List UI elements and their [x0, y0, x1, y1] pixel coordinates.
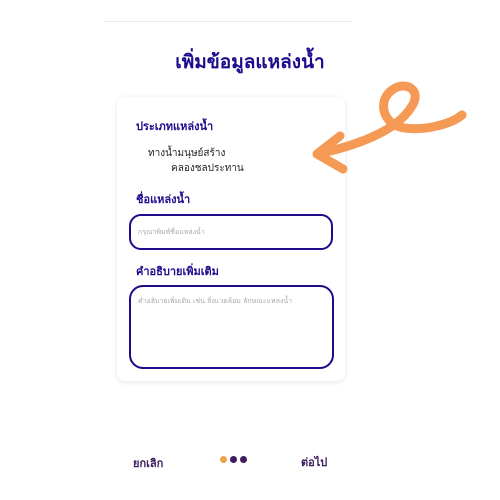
- cancel-button[interactable]: ยกเลิก: [133, 454, 163, 472]
- water-name-label: ชื่อแหล่งน้ำ: [136, 193, 191, 206]
- step-dot: [240, 456, 247, 463]
- description-textarea[interactable]: [129, 285, 334, 369]
- water-type-option[interactable]: ทางน้ำมนุษย์สร้าง: [148, 146, 225, 161]
- water-subtype-option[interactable]: คลองชลประทาน: [171, 161, 244, 176]
- water-name-input[interactable]: [129, 214, 333, 250]
- water-type-label: ประเภทแหล่งน้ำ: [136, 120, 214, 133]
- next-button[interactable]: ต่อไป: [301, 453, 327, 471]
- step-dot-current: [220, 456, 227, 463]
- add-water-source-screen: เพิ่มข้อมูลแหล่งน้ำ ประเภทแหล่งน้ำ ทางน้…: [0, 0, 500, 500]
- curved-arrow-icon: [312, 81, 467, 174]
- top-divider: [104, 21, 352, 22]
- description-label: คำอธิบายเพิ่มเติม: [136, 265, 219, 278]
- step-dot: [230, 456, 237, 463]
